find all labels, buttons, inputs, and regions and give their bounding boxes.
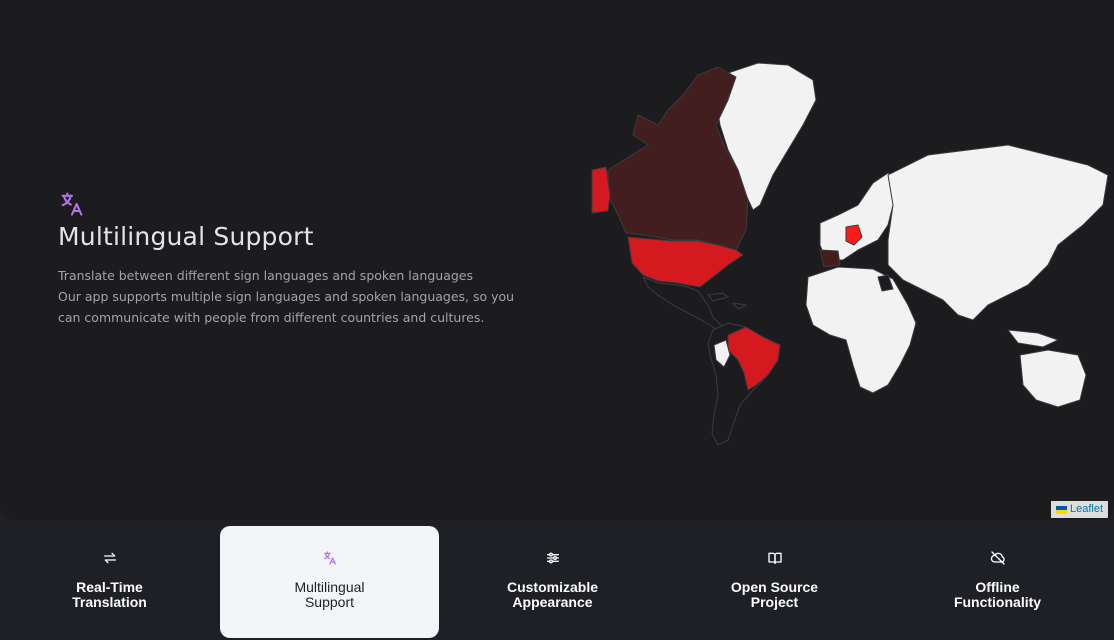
map-region-indonesia[interactable] [1007, 329, 1059, 348]
leaflet-link[interactable]: Leaflet [1070, 501, 1103, 518]
translate-icon [323, 551, 336, 565]
tab-open-source-project[interactable]: Open Source Project [665, 526, 884, 638]
sliders-icon [546, 552, 559, 564]
map-region-alaska[interactable] [591, 166, 611, 214]
world-map[interactable] [588, 55, 1114, 455]
tab-label: Offline Functionality [953, 579, 1042, 610]
tab-real-time-translation[interactable]: Real-Time Translation [0, 526, 219, 638]
ukraine-flag-icon [1055, 505, 1067, 514]
tab-label: Multilingual Support [294, 579, 365, 610]
tab-label: Open Source Project [730, 579, 819, 610]
translate-icon [61, 192, 83, 216]
map-region-africa[interactable] [805, 266, 917, 394]
tab-label: Real-Time Translation [72, 579, 147, 610]
feature-subtitle: Translate between different sign languag… [58, 268, 473, 283]
map-region-canada[interactable] [607, 66, 749, 251]
feature-title: Multilingual Support [58, 222, 314, 251]
tab-multilingual-support[interactable]: Multilingual Support [220, 526, 439, 638]
tab-label: Customizable Appearance [506, 579, 598, 610]
leaflet-attribution[interactable]: Leaflet [1050, 501, 1108, 518]
tab-customizable-appearance[interactable]: Customizable Appearance [443, 526, 662, 638]
book-open-icon [767, 552, 782, 564]
feature-tabs: Real-Time Translation Multilingual Suppo… [0, 520, 1114, 640]
arrows-exchange-icon [103, 552, 116, 564]
hero-panel: Multilingual Support Translate between d… [0, 0, 1114, 520]
feature-description: Our app supports multiple sign languages… [58, 289, 515, 325]
map-region-caribbean[interactable] [707, 292, 747, 310]
world-map-svg[interactable] [588, 55, 1114, 455]
map-region-australia[interactable] [1019, 349, 1087, 408]
tab-offline-functionality[interactable]: Offline Functionality [888, 526, 1107, 638]
feature-details: Multilingual Support Translate between d… [58, 190, 528, 328]
map-region-asia[interactable] [887, 144, 1109, 321]
map-region-spain[interactable] [819, 249, 841, 268]
cloud-off-icon [990, 551, 1005, 565]
map-region-mexico[interactable] [642, 276, 724, 330]
